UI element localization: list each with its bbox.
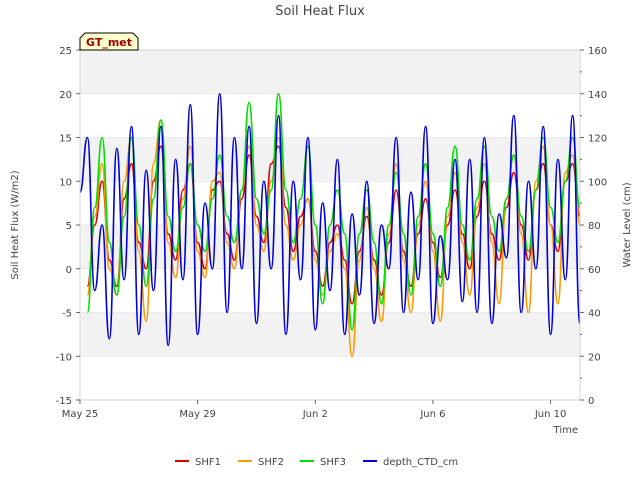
x-tick-label: Jun 10 [534,409,567,420]
site-badge: GT_met [79,32,139,51]
y2-tick-label: 100 [588,177,607,188]
grid-band [80,312,580,357]
y-tick-label: 0 [66,265,72,276]
y2-tick-label: 140 [588,90,607,101]
y2-tick-label: 80 [588,221,601,232]
y2-tick-label: 20 [588,352,601,363]
y2-axis-label: Water Level (cm) [622,182,633,267]
plot-area [79,49,581,401]
y2-tick-label: 40 [588,309,601,320]
right-axis: 0 20 40 60 80 100 120 140 160 [580,46,607,407]
x-tick-label: Jun 6 [419,409,445,420]
legend: SHF1 SHF2 SHF3 depth_CTD_cm [175,457,458,468]
legend-label: SHF1 [195,457,221,468]
y-tick-label: 15 [59,134,72,145]
legend-label: SHF3 [320,457,346,468]
y-axis-label: Soil Heat Flux (W/m2) [10,170,21,279]
legend-label: SHF2 [258,457,284,468]
x-axis-label: Time [553,425,578,436]
x-tick-label: Jun 2 [302,409,328,420]
left-axis: -15 -10 -5 0 5 10 15 20 25 [56,46,80,407]
site-badge-label: GT_met [86,36,132,49]
y-tick-label: 20 [59,90,72,101]
legend-label: depth_CTD_cm [383,457,458,468]
y2-tick-label: 160 [588,46,607,57]
y2-tick-label: 0 [588,396,594,407]
y2-tick-label: 60 [588,265,601,276]
x-tick-label: May 29 [179,409,216,420]
y-tick-label: -5 [62,309,72,320]
y-tick-label: 25 [59,46,72,57]
y-tick-label: 5 [66,221,72,232]
chart-title: Soil Heat Flux [275,4,365,19]
x-axis: May 25 May 29 Jun 2 Jun 6 Jun 10 [62,400,567,420]
grid-band [80,225,580,269]
x-tick-label: May 25 [62,409,99,420]
y-tick-label: -10 [56,352,72,363]
grid-band [80,50,580,94]
soil-heat-flux-chart: Soil Heat Flux -15 -10 -5 0 5 10 15 20 25 0 20 40 6… [10,4,633,468]
y-tick-label: -15 [56,396,72,407]
y2-tick-label: 120 [588,134,607,145]
y-tick-label: 10 [59,177,72,188]
